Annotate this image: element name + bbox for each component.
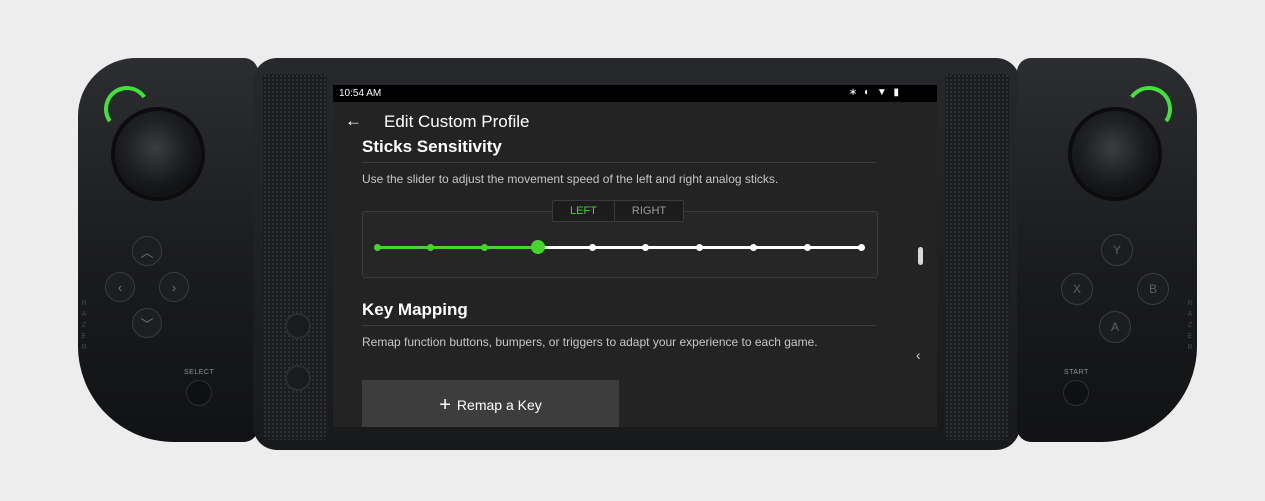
side-drawer-handle[interactable] [918,247,923,265]
remap-button-label: Remap a Key [456,397,542,413]
sensitivity-slider-fill [377,246,539,249]
left-side-button-upper [285,313,311,339]
sensitivity-step-dot[interactable] [857,244,865,251]
sensitivity-step-dot[interactable] [749,244,757,251]
tab-left[interactable]: LEFT [553,201,614,221]
start-button[interactable] [1063,380,1089,406]
key-mapping-description: Remap function buttons, bumpers, or trig… [362,335,818,349]
remap-a-key-button[interactable]: + Remap a Key [362,380,619,427]
app-bar: ← Edit Custom Profile [333,102,905,142]
left-side-button-lower [285,365,311,391]
sensitivity-step-dot[interactable] [481,244,489,251]
razer-brand-right: RAZER [1187,300,1193,351]
sensitivity-step-dot[interactable] [373,244,381,251]
sticks-sensitivity-description: Use the slider to adjust the movement sp… [362,172,779,186]
razer-brand-left: RAZER [81,300,87,351]
plus-icon: + [439,393,451,416]
b-button[interactable]: B [1137,273,1169,305]
dpad-up-button[interactable]: ︿ [132,236,162,266]
sensitivity-slider-track[interactable] [377,246,861,249]
status-bar: 10:54 AM ∗ ◐ ▼ ▮ [333,85,937,102]
select-label: SELECT [184,369,215,376]
chevron-left-icon[interactable]: ‹ [916,347,921,363]
key-mapping-title: Key Mapping [362,300,468,319]
sensitivity-step-dot[interactable] [803,244,811,251]
dpad-right-button[interactable]: › [159,272,189,302]
razer-junglecat-device: ︿ ‹ › ﹀ SELECT RAZER 10:54 AM ∗ ◐ ▼ ▮ ← … [0,0,1265,501]
settings-content: Sticks Sensitivity Use the slider to adj… [333,137,905,427]
right-analog-stick[interactable] [1072,111,1158,197]
stick-selector-tabs: LEFT RIGHT [552,200,685,222]
x-button[interactable]: X [1061,273,1093,305]
section-divider [362,162,876,163]
dpad-left-button[interactable]: ‹ [105,272,135,302]
left-analog-stick[interactable] [115,111,201,197]
right-speaker-grille [945,74,1009,440]
page-title: Edit Custom Profile [384,112,530,131]
section-divider [362,325,876,326]
status-time: 10:54 AM [339,88,382,99]
tab-right[interactable]: RIGHT [613,201,683,221]
dpad-down-button[interactable]: ﹀ [132,308,162,338]
dpad: ︿ ‹ › ﹀ [103,234,189,338]
sensitivity-step-dot[interactable] [588,244,596,251]
a-button[interactable]: A [1099,311,1131,343]
status-icons: ∗ ◐ ▼ ▮ [848,87,901,98]
start-label: START [1064,369,1089,376]
select-button[interactable] [186,380,212,406]
back-arrow-icon[interactable]: ← [345,111,362,131]
y-button[interactable]: Y [1101,234,1133,266]
phone-screen: 10:54 AM ∗ ◐ ▼ ▮ ← Edit Custom Profile S… [333,85,937,427]
sticks-sensitivity-title: Sticks Sensitivity [362,137,502,156]
